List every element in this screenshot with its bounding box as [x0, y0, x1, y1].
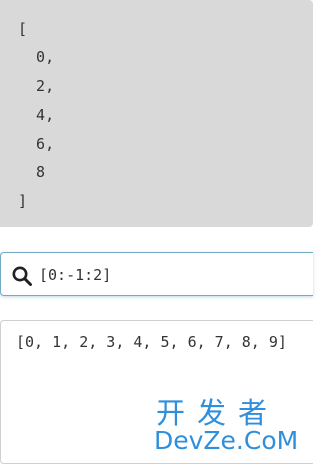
- query-input[interactable]: [39, 262, 299, 288]
- watermark-english-text: DevZe.CoM: [154, 426, 299, 455]
- output-line: 4,: [18, 106, 55, 124]
- watermark-chinese-text: 开发者: [156, 396, 280, 430]
- search-icon: [12, 266, 32, 286]
- devze-watermark-logo: 开发者 DevZe.CoM: [154, 396, 306, 458]
- json-input-text[interactable]: [0, 1, 2, 3, 4, 5, 6, 7, 8, 9]: [16, 333, 287, 351]
- output-line: 0,: [18, 48, 55, 66]
- json-output-panel: [ 0, 2, 4, 6, 8 ]: [0, 0, 313, 227]
- output-line: [: [18, 20, 28, 38]
- output-line: 2,: [18, 77, 55, 95]
- output-line: 6,: [18, 135, 55, 153]
- query-field[interactable]: [0, 252, 313, 296]
- output-line: 8: [18, 163, 46, 181]
- output-line: ]: [18, 192, 28, 210]
